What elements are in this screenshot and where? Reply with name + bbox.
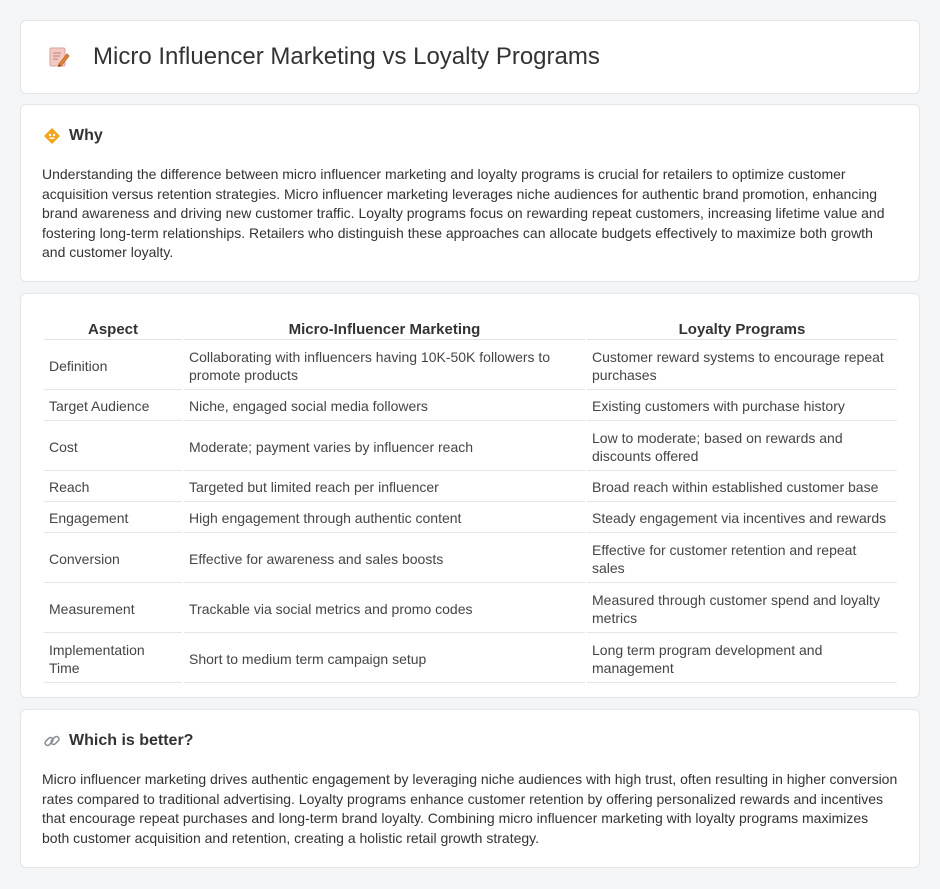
- aspect-cell: Implementation Time: [44, 635, 182, 683]
- link-icon: [43, 732, 61, 750]
- table-row: Reach Targeted but limited reach per inf…: [44, 473, 897, 502]
- loyalty-cell: Existing customers with purchase history: [587, 392, 897, 421]
- micro-influencer-cell: High engagement through authentic conten…: [184, 504, 585, 533]
- header-micro-influencer: Micro-Influencer Marketing: [184, 316, 585, 340]
- table-row: Target Audience Niche, engaged social me…: [44, 392, 897, 421]
- table-row: Cost Moderate; payment varies by influen…: [44, 423, 897, 471]
- micro-influencer-cell: Moderate; payment varies by influencer r…: [184, 423, 585, 471]
- aspect-cell: Reach: [44, 473, 182, 502]
- aspect-cell: Measurement: [44, 585, 182, 633]
- table-row: Conversion Effective for awareness and s…: [44, 535, 897, 583]
- header-loyalty-programs: Loyalty Programs: [587, 316, 897, 340]
- header-aspect: Aspect: [44, 316, 182, 340]
- loyalty-cell: Long term program development and manage…: [587, 635, 897, 683]
- micro-influencer-cell: Effective for awareness and sales boosts: [184, 535, 585, 583]
- which-is-better-text: Micro influencer marketing drives authen…: [42, 771, 898, 846]
- aspect-cell: Definition: [44, 342, 182, 390]
- loyalty-cell: Low to moderate; based on rewards and di…: [587, 423, 897, 471]
- why-text: Understanding the difference between mic…: [42, 166, 885, 260]
- which-is-better-title: Which is better?: [69, 732, 194, 749]
- micro-influencer-cell: Niche, engaged social media followers: [184, 392, 585, 421]
- lightbulb-icon: [43, 127, 61, 145]
- aspect-cell: Engagement: [44, 504, 182, 533]
- aspect-cell: Cost: [44, 423, 182, 471]
- table-row: Measurement Trackable via social metrics…: [44, 585, 897, 633]
- micro-influencer-cell: Targeted but limited reach per influence…: [184, 473, 585, 502]
- loyalty-cell: Effective for customer retention and rep…: [587, 535, 897, 583]
- why-title: Why: [69, 127, 103, 144]
- which-is-better-section: Which is better? Micro influencer market…: [20, 709, 920, 868]
- table-row: Implementation Time Short to medium term…: [44, 635, 897, 683]
- page-title: Micro Influencer Marketing vs Loyalty Pr…: [93, 43, 600, 70]
- micro-influencer-cell: Trackable via social metrics and promo c…: [184, 585, 585, 633]
- comparison-table-card: Aspect Micro-Influencer Marketing Loyalt…: [20, 293, 920, 698]
- loyalty-cell: Steady engagement via incentives and rew…: [587, 504, 897, 533]
- aspect-cell: Conversion: [44, 535, 182, 583]
- loyalty-cell: Broad reach within established customer …: [587, 473, 897, 502]
- comparison-table: Aspect Micro-Influencer Marketing Loyalt…: [42, 314, 899, 685]
- table-header-row: Aspect Micro-Influencer Marketing Loyalt…: [44, 316, 897, 340]
- table-row: Definition Collaborating with influencer…: [44, 342, 897, 390]
- micro-influencer-cell: Short to medium term campaign setup: [184, 635, 585, 683]
- table-row: Engagement High engagement through authe…: [44, 504, 897, 533]
- document-edit-icon: [47, 45, 71, 69]
- loyalty-cell: Customer reward systems to encourage rep…: [587, 342, 897, 390]
- header-card: Micro Influencer Marketing vs Loyalty Pr…: [20, 20, 920, 94]
- aspect-cell: Target Audience: [44, 392, 182, 421]
- why-section: Why Understanding the difference between…: [20, 104, 920, 282]
- loyalty-cell: Measured through customer spend and loya…: [587, 585, 897, 633]
- micro-influencer-cell: Collaborating with influencers having 10…: [184, 342, 585, 390]
